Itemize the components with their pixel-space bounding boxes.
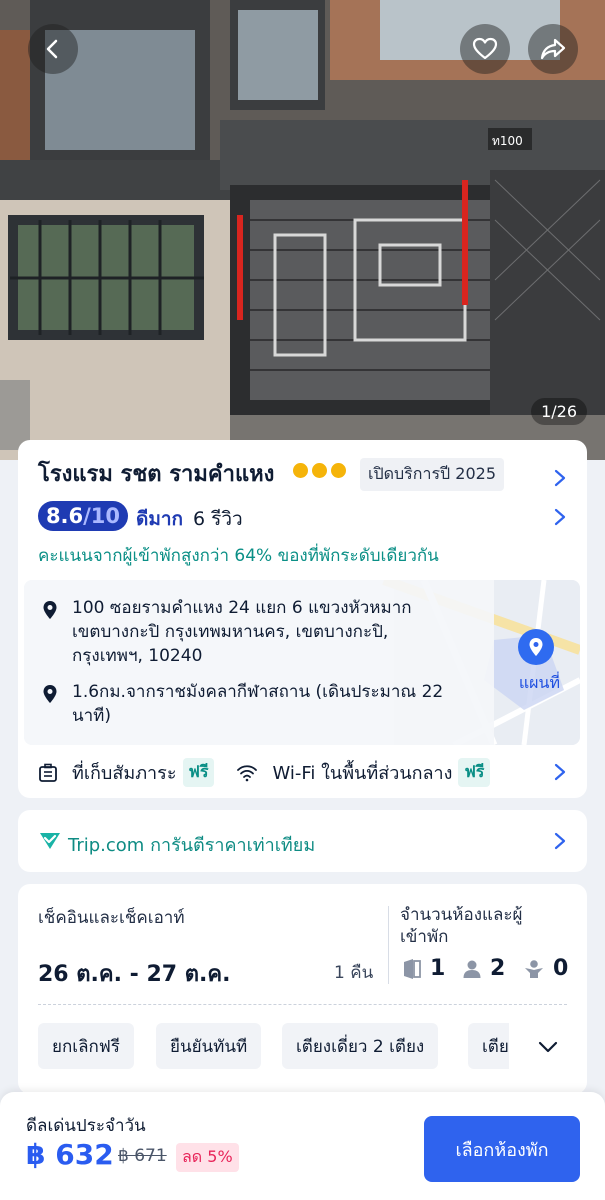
chevron-down-icon bbox=[538, 1041, 558, 1053]
rooms-guests-label-line: เข้าพัก bbox=[400, 927, 449, 947]
adult-icon bbox=[463, 960, 481, 978]
current-price: ฿ 632 bbox=[26, 1138, 114, 1171]
map-pin-icon bbox=[529, 638, 543, 656]
price-guarantee-icon bbox=[40, 833, 60, 849]
hotel-name: โรงแรม รชต รามคำแหง bbox=[38, 462, 275, 487]
rooms-guests-label-line: จำนวนห้องและผู้ bbox=[400, 905, 523, 925]
address-row: 100 ซอยรามคำแหง 24 แยก 6 แขวงหัวหมาก เขต… bbox=[42, 596, 412, 668]
adults-count[interactable]: 2 bbox=[462, 956, 505, 981]
original-price: ฿ 671 bbox=[118, 1146, 167, 1166]
bottom-price-bar: ดีลเด่นประจำวัน ฿ 632 ฿ 671 ลด 5% เลือกห… bbox=[0, 1092, 605, 1200]
map-link[interactable]: แผนที่ bbox=[519, 671, 560, 696]
filter-chip-twin-beds[interactable]: เตียงเดี่ยว 2 เตียง bbox=[282, 1023, 439, 1069]
rating-word: ดีมาก bbox=[136, 508, 184, 530]
distance-line: นาที) bbox=[72, 706, 112, 726]
children-value: 0 bbox=[553, 956, 569, 981]
location-pin-icon bbox=[43, 685, 57, 703]
location-section[interactable]: 100 ซอยรามคำแหง 24 แยก 6 แขวงหัวหมาก เขต… bbox=[24, 580, 580, 745]
chevron-right-icon[interactable] bbox=[553, 831, 567, 851]
share-button[interactable] bbox=[528, 24, 578, 74]
price-guarantee-card[interactable]: Trip.com การันตีราคาเท่าเทียม bbox=[18, 810, 587, 872]
filter-chip-instant-confirm[interactable]: ยืนยันทันที bbox=[156, 1023, 262, 1069]
photo-counter: 1/26 bbox=[531, 398, 587, 425]
star-dot-icon bbox=[293, 463, 308, 478]
filter-chip-free-cancel[interactable]: ยกเลิกฟรี bbox=[38, 1023, 134, 1069]
chevron-right-icon[interactable] bbox=[553, 762, 567, 782]
discount-badge: ลด 5% bbox=[176, 1143, 239, 1172]
score-comparison-text: คะแนนจากผู้เข้าพักสูงกว่า 64% ของที่พักร… bbox=[38, 546, 439, 566]
free-tag: ฟรี bbox=[458, 758, 491, 787]
address-line: กรุงเทพฯ, 10240 bbox=[72, 646, 203, 666]
review-score: 8.6 bbox=[45, 504, 84, 528]
luggage-icon bbox=[39, 763, 57, 782]
wifi-icon bbox=[237, 764, 258, 781]
price-guarantee-text: Trip.com การันตีราคาเท่าเทียม bbox=[68, 835, 316, 856]
favorite-button[interactable] bbox=[460, 24, 510, 74]
rooms-guests-label: จำนวนห้องและผู้ เข้าพัก bbox=[400, 904, 522, 948]
star-dot-icon bbox=[331, 463, 346, 478]
hotel-photo-gallery[interactable]: ท100 1/26 bbox=[0, 0, 605, 460]
chevron-right-icon[interactable] bbox=[553, 507, 567, 527]
house-number-plate: ท100 bbox=[492, 134, 523, 148]
nights-count: 1 คืน bbox=[334, 963, 374, 983]
amenities-row[interactable]: ที่เก็บสัมภาระ ฟรี Wi-Fi ในพื้นที่ส่วนกล… bbox=[38, 758, 491, 787]
select-room-button[interactable]: เลือกห้องพัก bbox=[424, 1116, 580, 1182]
stay-dates[interactable]: 26 ต.ค. - 27 ต.ค. bbox=[38, 956, 230, 991]
dates-label: เช็คอินและเช็คเอาท์ bbox=[38, 908, 185, 928]
rooms-value: 1 bbox=[430, 956, 446, 981]
back-button[interactable] bbox=[28, 24, 78, 74]
luggage-storage-label: ที่เก็บสัมภาระ bbox=[72, 763, 177, 784]
review-count-link[interactable]: 6 รีวิว bbox=[193, 504, 243, 534]
door-icon bbox=[404, 958, 421, 979]
expand-filters-button[interactable] bbox=[509, 1012, 587, 1082]
chevron-right-icon[interactable] bbox=[553, 468, 567, 488]
share-icon bbox=[540, 38, 566, 60]
distance-row: 1.6กม.จากราชมังคลากีฬาสถาน (เดินประมาณ 2… bbox=[42, 680, 443, 728]
daily-deal-label: ดีลเด่นประจำวัน bbox=[26, 1116, 146, 1136]
address-line: 100 ซอยรามคำแหง 24 แยก 6 แขวงหัวหมาก bbox=[72, 598, 412, 618]
address-line: เขตบางกะปิ กรุงเทพมหานคร, เขตบางกะปิ, bbox=[72, 622, 389, 642]
free-tag: ฟรี bbox=[182, 758, 215, 787]
adults-value: 2 bbox=[490, 956, 506, 981]
hotel-photo: ท100 bbox=[0, 0, 605, 460]
review-score-max: /10 bbox=[83, 504, 121, 528]
back-arrow-icon bbox=[46, 39, 58, 59]
heart-icon bbox=[472, 37, 498, 60]
hotel-info-card: โรงแรม รชต รามคำแหง เปิดบริการปี 2025 8.… bbox=[18, 440, 587, 798]
distance-line: 1.6กม.จากราชมังคลากีฬาสถาน (เดินประมาณ 2… bbox=[72, 682, 444, 702]
star-rating bbox=[293, 463, 346, 478]
divider bbox=[388, 906, 389, 984]
child-icon bbox=[525, 959, 543, 978]
children-count[interactable]: 0 bbox=[523, 956, 568, 981]
booking-options-card: เช็คอินและเช็คเอาท์ 26 ต.ค. - 27 ต.ค. 1 … bbox=[18, 884, 587, 1094]
star-dot-icon bbox=[312, 463, 327, 478]
map-pin-button[interactable] bbox=[518, 629, 554, 665]
open-year-badge: เปิดบริการปี 2025 bbox=[360, 458, 504, 491]
location-pin-icon bbox=[43, 601, 57, 619]
wifi-label: Wi-Fi ในพื้นที่ส่วนกลาง bbox=[272, 763, 453, 784]
dashed-divider bbox=[38, 1004, 567, 1005]
rooms-count[interactable]: 1 bbox=[402, 956, 445, 981]
review-score-pill[interactable]: 8.6/10 bbox=[38, 501, 128, 531]
